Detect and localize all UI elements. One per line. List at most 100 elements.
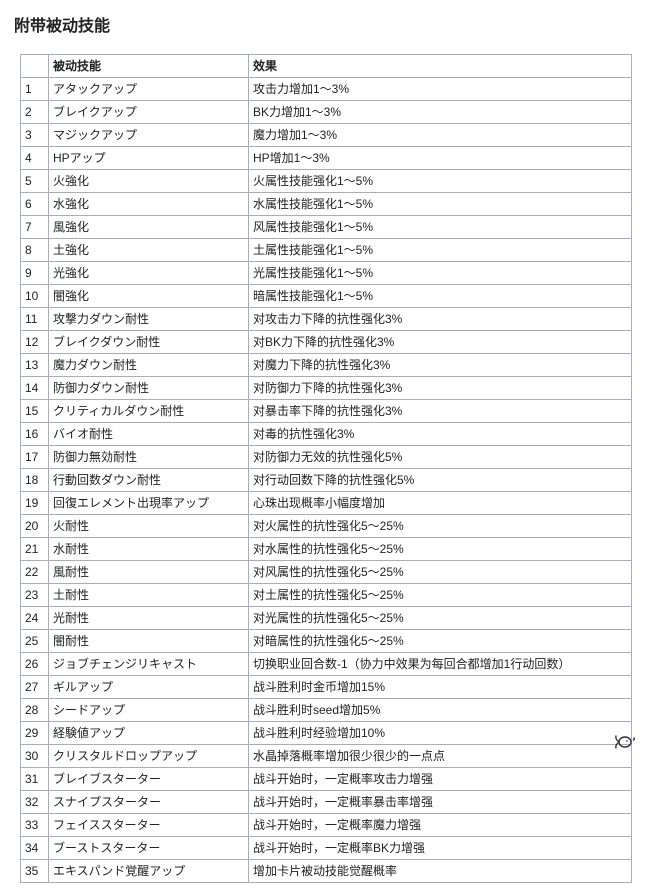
row-skill: マジックアップ (49, 124, 249, 147)
row-index: 33 (21, 814, 49, 837)
row-effect: 水晶掉落概率增加很少很少的一点点 (249, 745, 632, 768)
table-row: 13魔力ダウン耐性对魔力下降的抗性强化3% (21, 354, 632, 377)
col-index-header (21, 55, 49, 78)
table-row: 23土耐性对土属性的抗性强化5～25% (21, 584, 632, 607)
table-row: 29経験値アップ战斗胜利时经验增加10% (21, 722, 632, 745)
row-effect: 对火属性的抗性强化5～25% (249, 515, 632, 538)
row-effect: BK力增加1～3% (249, 101, 632, 124)
mascot-icon (611, 730, 637, 755)
table-row: 25闇耐性对暗属性的抗性强化5～25% (21, 630, 632, 653)
row-index: 34 (21, 837, 49, 860)
row-skill: 火耐性 (49, 515, 249, 538)
row-skill: 防御力無効耐性 (49, 446, 249, 469)
row-index: 17 (21, 446, 49, 469)
row-skill: 行動回数ダウン耐性 (49, 469, 249, 492)
row-skill: 経験値アップ (49, 722, 249, 745)
row-index: 19 (21, 492, 49, 515)
row-index: 12 (21, 331, 49, 354)
row-effect: HP增加1～3% (249, 147, 632, 170)
row-index: 27 (21, 676, 49, 699)
section-heading: 附带被动技能 (14, 12, 641, 36)
row-effect: 光属性技能强化1～5% (249, 262, 632, 285)
table-row: 16バイオ耐性对毒的抗性强化3% (21, 423, 632, 446)
row-skill: 闇強化 (49, 285, 249, 308)
row-index: 7 (21, 216, 49, 239)
row-effect: 战斗胜利时经验增加10% (249, 722, 632, 745)
row-index: 15 (21, 400, 49, 423)
row-index: 28 (21, 699, 49, 722)
table-row: 12ブレイクダウン耐性对BK力下降的抗性强化3% (21, 331, 632, 354)
row-skill: HPアップ (49, 147, 249, 170)
row-index: 18 (21, 469, 49, 492)
row-skill: 魔力ダウン耐性 (49, 354, 249, 377)
row-effect: 增加卡片被动技能觉醒概率 (249, 860, 632, 883)
table-row: 8土強化土属性技能强化1～5% (21, 239, 632, 262)
row-index: 30 (21, 745, 49, 768)
row-skill: 水耐性 (49, 538, 249, 561)
row-skill: シードアップ (49, 699, 249, 722)
row-index: 35 (21, 860, 49, 883)
row-effect: 对防御力无效的抗性强化5% (249, 446, 632, 469)
row-skill: 水強化 (49, 193, 249, 216)
table-row: 9光強化光属性技能强化1～5% (21, 262, 632, 285)
row-skill: スナイプスターター (49, 791, 249, 814)
row-skill: アタックアップ (49, 78, 249, 101)
table-row: 20火耐性对火属性的抗性强化5～25% (21, 515, 632, 538)
row-effect: 切换职业回合数-1（协力中效果为每回合都增加1行动回数） (249, 653, 632, 676)
row-index: 20 (21, 515, 49, 538)
passive-skill-table: 被动技能 效果 1アタックアップ攻击力增加1～3%2ブレイクアップBK力增加1～… (20, 54, 632, 883)
row-skill: 回復エレメント出現率アップ (49, 492, 249, 515)
row-index: 1 (21, 78, 49, 101)
table-row: 17防御力無効耐性对防御力无效的抗性强化5% (21, 446, 632, 469)
row-skill: ブレイクアップ (49, 101, 249, 124)
table-row: 14防御力ダウン耐性对防御力下降的抗性强化3% (21, 377, 632, 400)
row-index: 21 (21, 538, 49, 561)
row-skill: クリスタルドロップアップ (49, 745, 249, 768)
row-index: 24 (21, 607, 49, 630)
row-effect: 风属性技能强化1～5% (249, 216, 632, 239)
row-effect: 对暗属性的抗性强化5～25% (249, 630, 632, 653)
row-effect: 战斗胜利时seed增加5% (249, 699, 632, 722)
table-row: 7風強化风属性技能强化1～5% (21, 216, 632, 239)
table-row: 15クリティカルダウン耐性对暴击率下降的抗性强化3% (21, 400, 632, 423)
row-skill: 土強化 (49, 239, 249, 262)
table-row: 28シードアップ战斗胜利时seed增加5% (21, 699, 632, 722)
table-row: 30クリスタルドロップアップ水晶掉落概率增加很少很少的一点点 (21, 745, 632, 768)
row-skill: ブーストスターター (49, 837, 249, 860)
row-effect: 魔力增加1～3% (249, 124, 632, 147)
row-skill: エキスパンド覚醒アップ (49, 860, 249, 883)
table-row: 24光耐性对光属性的抗性强化5～25% (21, 607, 632, 630)
row-index: 23 (21, 584, 49, 607)
table-row: 32スナイプスターター战斗开始时，一定概率暴击率增强 (21, 791, 632, 814)
row-effect: 对攻击力下降的抗性强化3% (249, 308, 632, 331)
row-index: 11 (21, 308, 49, 331)
row-index: 5 (21, 170, 49, 193)
row-effect: 对防御力下降的抗性强化3% (249, 377, 632, 400)
row-skill: 闇耐性 (49, 630, 249, 653)
table-row: 5火強化火属性技能强化1～5% (21, 170, 632, 193)
row-index: 13 (21, 354, 49, 377)
row-effect: 对暴击率下降的抗性强化3% (249, 400, 632, 423)
row-effect: 攻击力增加1～3% (249, 78, 632, 101)
col-effect-header: 效果 (249, 55, 632, 78)
row-skill: 土耐性 (49, 584, 249, 607)
row-skill: 攻撃力ダウン耐性 (49, 308, 249, 331)
row-index: 9 (21, 262, 49, 285)
row-effect: 战斗开始时，一定概率BK力增强 (249, 837, 632, 860)
row-effect: 对土属性的抗性强化5～25% (249, 584, 632, 607)
table-row: 35エキスパンド覚醒アップ增加卡片被动技能觉醒概率 (21, 860, 632, 883)
row-effect: 暗属性技能强化1～5% (249, 285, 632, 308)
row-skill: 風強化 (49, 216, 249, 239)
row-index: 14 (21, 377, 49, 400)
row-index: 10 (21, 285, 49, 308)
table-row: 3マジックアップ魔力增加1～3% (21, 124, 632, 147)
row-index: 8 (21, 239, 49, 262)
table-row: 11攻撃力ダウン耐性对攻击力下降的抗性强化3% (21, 308, 632, 331)
table-row: 18行動回数ダウン耐性对行动回数下降的抗性强化5% (21, 469, 632, 492)
row-index: 4 (21, 147, 49, 170)
row-skill: ギルアップ (49, 676, 249, 699)
table-row: 26ジョブチェンジリキャスト切换职业回合数-1（协力中效果为每回合都增加1行动回… (21, 653, 632, 676)
table-row: 33フェイススターター战斗开始时，一定概率魔力增强 (21, 814, 632, 837)
row-skill: 防御力ダウン耐性 (49, 377, 249, 400)
row-skill: ブレイクダウン耐性 (49, 331, 249, 354)
